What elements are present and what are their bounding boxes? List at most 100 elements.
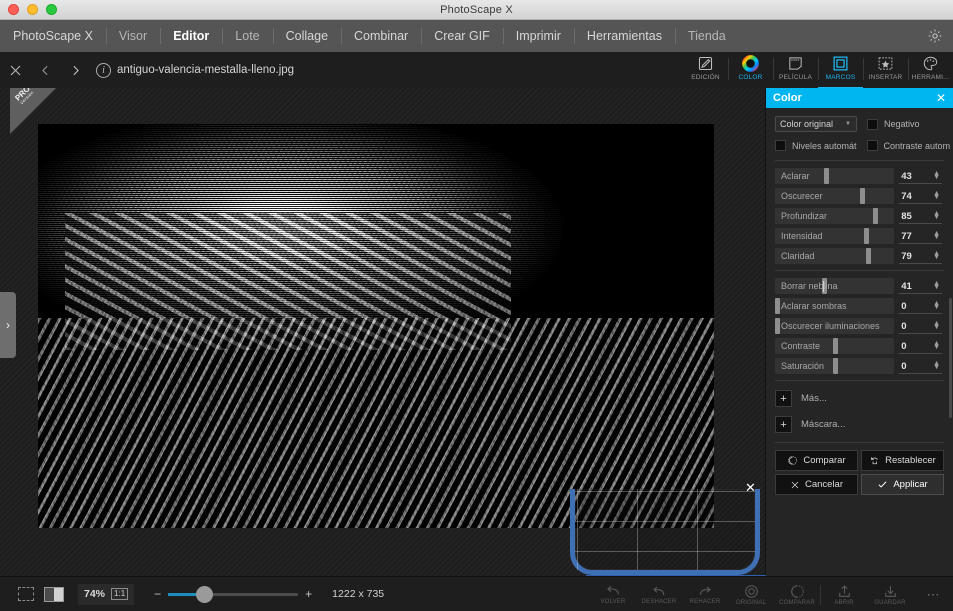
menu-item-tienda[interactable]: Tienda — [674, 20, 739, 52]
frame-preview-overlay[interactable] — [570, 489, 760, 575]
menu-item-crear-gif[interactable]: Crear GIF — [421, 20, 503, 52]
slider-knob[interactable] — [824, 168, 829, 184]
stepper-arrows-icon[interactable]: ▲ ▼ — [933, 360, 940, 371]
stepper-arrows-icon[interactable]: ▲ ▼ — [933, 210, 940, 221]
left-panel-toggle[interactable]: › — [0, 292, 16, 358]
close-icon[interactable] — [0, 52, 30, 88]
zoom-slider[interactable] — [168, 585, 299, 603]
slider-value-stepper[interactable]: 0 ▲ ▼ — [894, 298, 944, 314]
zoom-readout[interactable]: 74% 1:1 — [78, 583, 135, 605]
reset-button[interactable]: Restablecer — [861, 450, 944, 471]
slider-knob[interactable] — [833, 358, 838, 374]
status-bar-right: VOLVER DESHACER REHACER ORIGINAL COMPARA… — [590, 577, 953, 611]
close-icon[interactable]: ✕ — [936, 91, 946, 105]
slider-knob[interactable] — [833, 338, 838, 354]
slider-track[interactable]: Profundizar — [775, 208, 895, 224]
slider-value-stepper[interactable]: 79 ▲ ▼ — [894, 248, 944, 264]
menu-item-combinar[interactable]: Combinar — [341, 20, 421, 52]
stepper-arrows-icon[interactable]: ▲ ▼ — [933, 170, 940, 181]
tool-volver[interactable]: VOLVER — [590, 577, 636, 611]
edited-photo[interactable] — [38, 124, 714, 528]
slider-knob[interactable] — [866, 248, 871, 264]
tool-abrir[interactable]: ABRIR — [821, 577, 867, 611]
menu-item-herramientas[interactable]: Herramientas — [573, 20, 675, 52]
mode-tab-edicion[interactable]: EDICIÓN — [683, 52, 728, 88]
compare-button[interactable]: Comparar — [775, 450, 858, 471]
mode-tab-herramientas[interactable]: HERRAMI... — [908, 52, 953, 88]
stepper-arrows-icon[interactable]: ▲ ▼ — [933, 250, 940, 261]
chevron-left-icon[interactable] — [30, 52, 60, 88]
compare-button-label: Comparar — [803, 455, 846, 466]
info-icon[interactable]: i — [96, 62, 111, 78]
checkbox-niveles-automaticos[interactable]: Niveles automát — [775, 140, 857, 151]
mode-label-edicion: EDICIÓN — [691, 74, 720, 81]
slider-value-stepper[interactable]: 41 ▲ ▼ — [894, 278, 944, 294]
slider-value-stepper[interactable]: 0 ▲ ▼ — [894, 338, 944, 354]
marquee-select-icon[interactable] — [18, 587, 34, 601]
tool-original[interactable]: ORIGINAL — [728, 577, 774, 611]
stepper-arrows-icon[interactable]: ▲ ▼ — [933, 340, 940, 351]
color-panel-body: Color original ▼ Negativo Niveles automá… — [766, 108, 953, 495]
undo-icon — [651, 584, 667, 598]
stepper-arrows-icon[interactable]: ▲ ▼ — [933, 230, 940, 241]
minus-icon[interactable]: − — [154, 587, 161, 601]
split-compare-icon[interactable] — [44, 586, 64, 602]
undo-hand-icon — [869, 455, 880, 466]
cancel-button[interactable]: Cancelar — [775, 474, 858, 495]
plus-icon[interactable]: + — [305, 587, 312, 601]
photo-grain-layer — [38, 124, 714, 528]
gear-icon[interactable] — [927, 20, 943, 52]
slider-track[interactable]: Contraste — [775, 338, 895, 354]
stepper-arrows-icon[interactable]: ▲ ▼ — [933, 190, 940, 201]
menu-item-photoscape[interactable]: PhotoScape X — [0, 20, 106, 52]
slider-value-stepper[interactable]: 85 ▲ ▼ — [894, 208, 944, 224]
stepper-arrows-icon[interactable]: ▲ ▼ — [933, 280, 940, 291]
menu-item-lote[interactable]: Lote — [222, 20, 272, 52]
expander-mascara[interactable]: + Máscara... — [775, 416, 944, 433]
slider-track[interactable]: Intensidad — [775, 228, 895, 244]
slider-value-stepper[interactable]: 77 ▲ ▼ — [894, 228, 944, 244]
slider-track[interactable]: Borrar neblina — [775, 278, 895, 294]
menu-item-editor[interactable]: Editor — [160, 20, 222, 52]
zoom-one-to-one-button[interactable]: 1:1 — [111, 588, 129, 600]
stepper-arrows-icon[interactable]: ▲ ▼ — [933, 300, 940, 311]
plus-icon: + — [775, 390, 792, 407]
slider-value-stepper[interactable]: 74 ▲ ▼ — [894, 188, 944, 204]
mode-tab-insertar[interactable]: INSERTAR — [863, 52, 908, 88]
slider-value-stepper[interactable]: 43 ▲ ▼ — [894, 168, 944, 184]
slider-track[interactable]: Saturación — [775, 358, 895, 374]
expander-mas[interactable]: + Más... — [775, 390, 944, 407]
frame-overlay-close-icon[interactable]: ✕ — [745, 481, 756, 494]
mode-tab-marcos[interactable]: MARCOS — [818, 52, 863, 89]
chevron-right-icon[interactable] — [60, 52, 90, 88]
mode-tab-pelicula[interactable]: PELÍCULA — [773, 52, 818, 88]
checkbox-contraste-automatico[interactable]: Contraste autom — [866, 140, 950, 151]
tool-rehacer[interactable]: REHACER — [682, 577, 728, 611]
tool-deshacer[interactable]: DESHACER — [636, 577, 682, 611]
slider-knob[interactable] — [873, 208, 878, 224]
mode-tab-color[interactable]: COLOR — [728, 52, 773, 88]
slider-track[interactable]: Aclarar — [775, 168, 895, 184]
slider-label: Saturación — [781, 361, 825, 371]
panel-scrollbar[interactable] — [949, 298, 952, 418]
apply-button[interactable]: Applicar — [861, 474, 944, 495]
checkbox-negativo[interactable]: Negativo — [867, 118, 920, 130]
slider-value-stepper[interactable]: 0 ▲ ▼ — [894, 318, 944, 334]
menu-item-imprimir[interactable]: Imprimir — [502, 20, 574, 52]
zoom-slider-knob[interactable] — [196, 585, 214, 603]
tool-guardar[interactable]: GUARDAR — [867, 577, 913, 611]
color-preset-select[interactable]: Color original ▼ — [775, 116, 857, 132]
back-arrow-icon — [605, 584, 621, 598]
slider-track[interactable]: Aclarar sombras — [775, 298, 895, 314]
tool-comparar[interactable]: COMPARAR — [774, 577, 820, 611]
slider-knob[interactable] — [864, 228, 869, 244]
menu-item-visor[interactable]: Visor — [105, 20, 160, 52]
slider-knob[interactable] — [860, 188, 865, 204]
more-dots-icon[interactable]: ⋯ — [913, 587, 953, 603]
slider-track[interactable]: Oscurecer — [775, 188, 895, 204]
slider-track[interactable]: Oscurecer iluminaciones — [775, 318, 895, 334]
stepper-arrows-icon[interactable]: ▲ ▼ — [933, 320, 940, 331]
slider-track[interactable]: Claridad — [775, 248, 895, 264]
slider-value-stepper[interactable]: 0 ▲ ▼ — [894, 358, 944, 374]
menu-item-collage[interactable]: Collage — [272, 20, 341, 52]
